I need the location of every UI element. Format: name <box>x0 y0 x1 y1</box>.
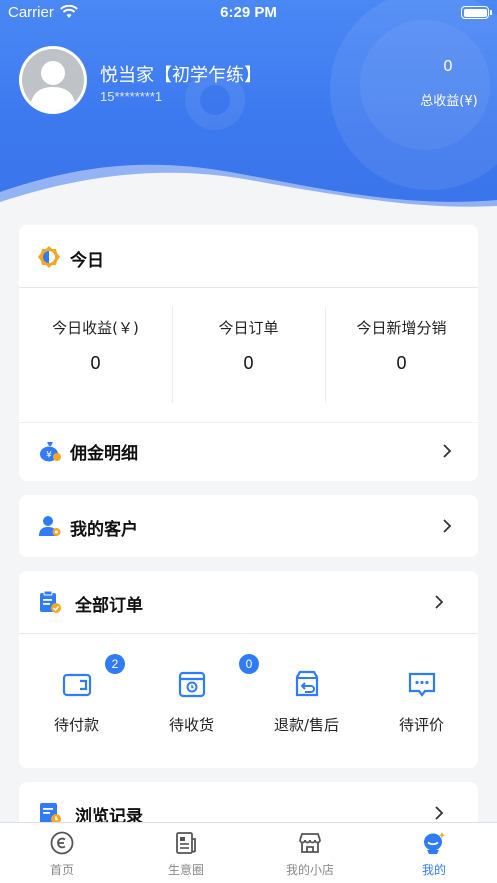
order-status-label: 待付款 <box>53 716 99 734</box>
default-avatar-icon <box>30 61 76 111</box>
tab-mine[interactable]: 我的 <box>372 823 496 883</box>
user-phone: 15********1 <box>100 89 163 104</box>
profile-icon <box>424 832 446 854</box>
stat-label: 今日收益(￥) <box>52 319 139 337</box>
sun-icon <box>38 246 60 268</box>
refund-icon <box>295 670 319 697</box>
my-customers-label: 我的客户 <box>70 520 138 540</box>
stat-label: 今日新增分销 <box>356 319 447 337</box>
total-income-label[interactable]: 总收益(¥) <box>408 90 490 109</box>
tab-label: 我的 <box>421 863 446 877</box>
delivery-box-icon <box>178 671 206 698</box>
chevron-right-icon <box>435 806 444 820</box>
tab-my-shop[interactable]: 我的小店 <box>248 823 372 883</box>
order-pending-payment[interactable]: 2 待付款 <box>19 634 134 744</box>
tab-label: 我的小店 <box>285 863 334 877</box>
tab-business-circle[interactable]: 生意圈 <box>124 823 248 883</box>
stat-value: 0 <box>90 353 101 373</box>
order-pending-receipt[interactable]: 0 待收货 <box>134 634 259 744</box>
commission-detail-row[interactable]: ¥ 佣金明细 <box>19 423 478 479</box>
orders-card: 全部订单 2 待付款 0 待收货 退款/售后 待评价 <box>19 571 478 768</box>
today-stats: 今日收益(￥) 0 今日订单 0 今日新增分销 0 <box>19 287 478 405</box>
tab-label: 首页 <box>49 863 74 877</box>
stat-label: 今日订单 <box>218 319 279 337</box>
home-icon <box>50 831 74 855</box>
order-status-label: 退款/售后 <box>273 716 340 734</box>
my-customers-row[interactable]: 我的客户 <box>19 495 478 557</box>
stat-value: 0 <box>396 353 407 373</box>
decor-bubble <box>360 20 490 150</box>
decor-bubble <box>200 85 230 115</box>
stat-value: 0 <box>243 353 254 373</box>
all-orders-row[interactable]: 全部订单 <box>19 571 478 633</box>
order-status-label: 待评价 <box>398 716 444 734</box>
today-header: 今日 <box>19 225 478 287</box>
shop-icon <box>299 833 321 853</box>
order-status-label: 待收货 <box>168 716 214 734</box>
stat-today-distribution[interactable]: 今日新增分销 0 <box>325 287 478 405</box>
svg-text:¥: ¥ <box>46 451 52 461</box>
order-pending-review[interactable]: 待评价 <box>364 634 479 744</box>
badge-count: 2 <box>105 654 125 674</box>
clock: 6:29 PM <box>220 4 277 21</box>
stat-today-orders[interactable]: 今日订单 0 <box>172 287 325 405</box>
profile-header: Carrier 6:29 PM 悦当家【初学乍练】 15********1 0 … <box>0 0 497 215</box>
order-status-list: 2 待付款 0 待收货 退款/售后 待评价 <box>19 634 478 768</box>
user-name: 悦当家【初学乍练】 <box>100 65 262 86</box>
battery-icon <box>461 6 492 19</box>
tab-home[interactable]: 首页 <box>0 823 124 883</box>
commission-detail-label: 佣金明细 <box>70 444 138 464</box>
order-list-icon <box>40 590 61 613</box>
chevron-right-icon <box>435 595 444 609</box>
order-refund-aftersale[interactable]: 退款/售后 <box>249 634 364 744</box>
tab-label: 生意圈 <box>167 863 204 877</box>
tab-bar: 首页 生意圈 我的小店 我的 <box>0 822 497 883</box>
comment-icon <box>408 672 436 697</box>
total-income-value[interactable]: 0 <box>398 58 497 76</box>
today-title: 今日 <box>70 251 104 271</box>
newspaper-icon <box>176 832 196 854</box>
avatar[interactable] <box>19 46 87 114</box>
status-bar: Carrier 6:29 PM <box>0 0 497 26</box>
customer-icon <box>39 516 61 536</box>
money-bag-icon: ¥ <box>40 442 61 462</box>
all-orders-label: 全部订单 <box>75 596 143 616</box>
wallet-icon <box>62 673 92 697</box>
chevron-right-icon <box>443 444 452 458</box>
chevron-right-icon <box>443 519 452 533</box>
wave-decoration <box>0 164 497 215</box>
stat-today-income[interactable]: 今日收益(￥) 0 <box>19 287 172 405</box>
today-card: 今日 今日收益(￥) 0 今日订单 0 今日新增分销 0 ¥ 佣金明细 <box>19 225 478 481</box>
